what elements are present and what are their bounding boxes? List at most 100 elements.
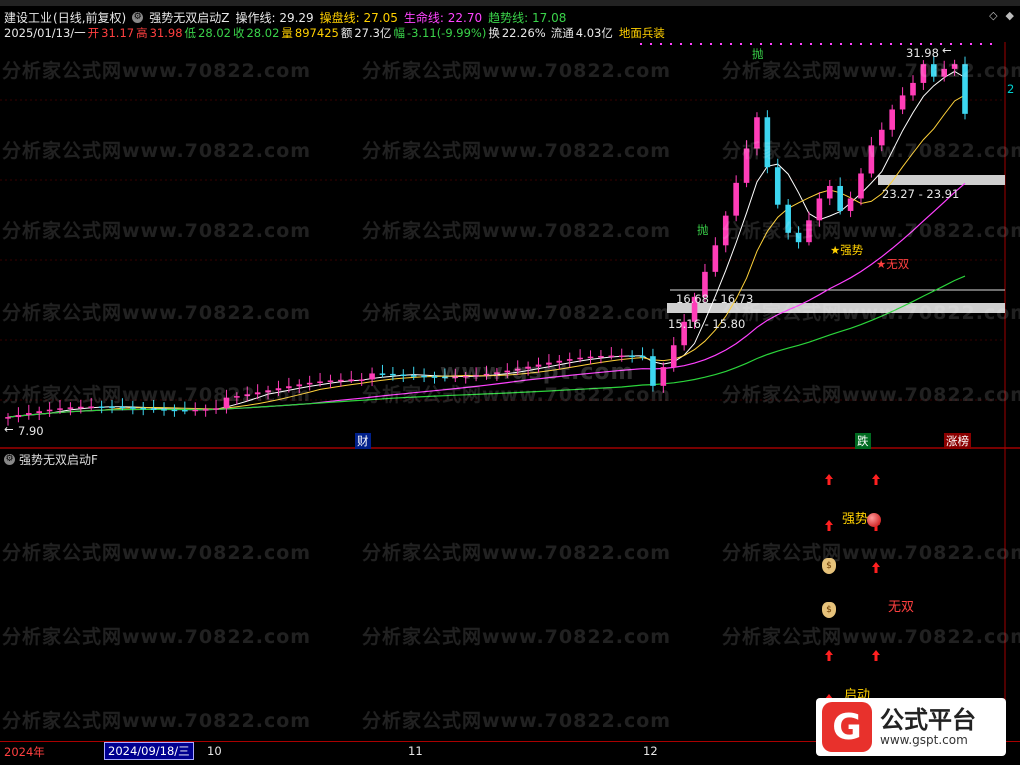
candle-body (57, 408, 63, 410)
candle-body (161, 409, 167, 411)
candle-body (650, 356, 656, 386)
candle-body (858, 173, 864, 199)
month-11: 11 (408, 744, 423, 758)
candle-body (88, 406, 95, 408)
max-price-label: 31.98 (906, 46, 939, 60)
candle-body (712, 245, 719, 272)
candle-body (899, 95, 906, 110)
candle-body (306, 382, 313, 385)
candle-body (192, 409, 199, 412)
candle-body (878, 129, 885, 146)
candle-body (244, 394, 251, 397)
top-dot (700, 43, 702, 45)
candle-body (556, 360, 563, 363)
right-axis-number: 2 (1007, 82, 1015, 96)
candle-body (525, 366, 531, 369)
candle-body (296, 384, 303, 387)
top-dot (810, 43, 812, 45)
candle-body (629, 355, 635, 358)
candle-body (400, 374, 407, 377)
logo-mark: G (822, 702, 872, 752)
candle-body (140, 407, 147, 410)
red-up-arrow-icon (872, 562, 880, 573)
top-dot (970, 43, 972, 45)
candle-body (431, 376, 438, 378)
red-up-arrow-icon (825, 474, 833, 485)
candle-body (722, 215, 729, 246)
candle-body (109, 406, 115, 408)
top-dot (880, 43, 882, 45)
candle-body (213, 408, 219, 410)
candle-body (774, 167, 781, 205)
red-up-arrow-icon (872, 474, 880, 485)
candle-body (150, 408, 157, 411)
max-price-arrow: ← (942, 43, 952, 57)
candle-body (889, 109, 895, 130)
bottom-tag-zhangbang: 涨榜 (944, 433, 971, 449)
red-up-arrow-icon (825, 520, 833, 531)
min-price-label: 7.90 (18, 424, 44, 438)
candle-body (223, 397, 230, 409)
top-dot (730, 43, 732, 45)
top-dot (750, 43, 752, 45)
top-dot (850, 43, 852, 45)
top-dot (690, 43, 692, 45)
top-dot (790, 43, 792, 45)
candle-body (941, 68, 947, 77)
month-12: 12 (643, 744, 658, 758)
candle-body (743, 148, 750, 183)
candle-body (962, 64, 968, 114)
year-label: 2024年 (4, 745, 45, 759)
sub-indicator-title[interactable]: 强势无双启动F (19, 451, 98, 468)
top-dot (980, 43, 982, 45)
top-dot (890, 43, 892, 45)
candle-body (930, 64, 937, 77)
candle-body (566, 359, 573, 361)
chart-canvas[interactable] (0, 0, 1020, 765)
candle-body (483, 373, 490, 376)
candle-body (660, 367, 667, 386)
candle-body (910, 82, 916, 96)
candle-body (338, 379, 344, 382)
candle-body (67, 407, 74, 409)
candle-body (171, 409, 178, 412)
selected-date[interactable]: 2024/09/18/三 (104, 742, 194, 760)
candle-body (577, 357, 583, 360)
settings-circle-icon[interactable]: ⚙ (4, 454, 15, 465)
candle-body (785, 204, 791, 233)
candle-body (369, 373, 375, 380)
candle-body (254, 392, 261, 395)
candle-body (202, 409, 209, 411)
logo-name: 公式平台 (880, 706, 976, 734)
candle-body (5, 417, 11, 419)
candle-body (234, 396, 240, 398)
candle-body (473, 375, 479, 377)
candle-body (452, 376, 459, 379)
top-dot (910, 43, 912, 45)
top-dot (680, 43, 682, 45)
candle-body (764, 117, 771, 168)
candle-body (78, 406, 84, 409)
zone-upper-bar (878, 175, 1005, 185)
candle-body (806, 220, 812, 243)
red-up-arrow-icon (872, 650, 880, 661)
zone-low-label: 15.16 - 15.80 (668, 317, 746, 331)
candle-body (670, 345, 677, 368)
candle-body (494, 372, 500, 374)
top-dot (830, 43, 832, 45)
candle-body (504, 370, 511, 373)
candle-body (733, 182, 739, 216)
top-dot (710, 43, 712, 45)
candle-body (421, 375, 427, 378)
candle-body (795, 232, 802, 243)
candle-body (379, 373, 386, 375)
min-price-arrow: ← (4, 422, 14, 436)
bottom-tag-cai: 财 (355, 433, 371, 449)
top-dot (860, 43, 862, 45)
top-dot (660, 43, 662, 45)
ma-op-line (7, 70, 966, 418)
candle-body (837, 185, 843, 211)
zone-upper-label: 23.27 - 23.91 (882, 187, 960, 201)
top-dot (870, 43, 872, 45)
candle-body (410, 375, 417, 377)
